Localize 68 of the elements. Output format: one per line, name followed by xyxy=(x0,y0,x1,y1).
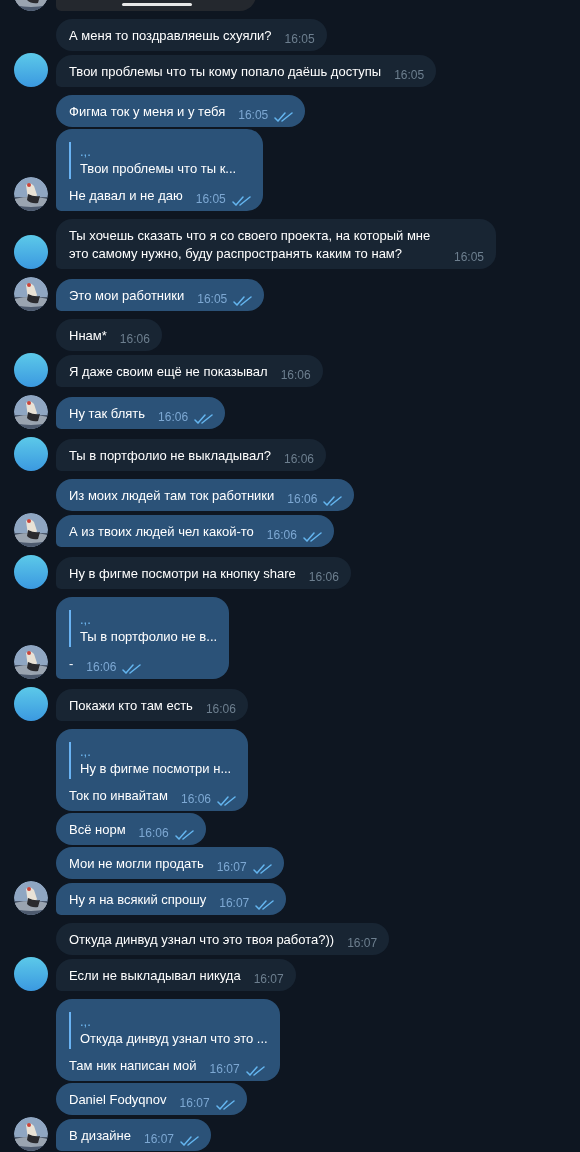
message-text: Откуда динвуд узнал что это твоя работа?)) xyxy=(69,931,335,949)
reply-quote[interactable]: .,. Ну в фигме посмотри н... xyxy=(69,742,237,779)
time-label: 16:06 xyxy=(284,451,315,468)
reply-quote[interactable]: .,. Ты в портфолио не в... xyxy=(69,610,218,647)
message-text: Ну в фигме посмотри на кнопку share xyxy=(69,565,296,583)
time-label: 16:06 xyxy=(287,491,318,508)
time-label: 16:07 xyxy=(253,971,284,988)
message-text: Не давал и не даю xyxy=(69,187,183,205)
time-label: 16:07 xyxy=(144,1131,175,1148)
message-text: Ну так блять xyxy=(69,405,146,423)
time-label: 16:06 xyxy=(205,701,236,718)
time-label: 16:07 xyxy=(219,895,250,912)
reply-quote[interactable]: .,. Твои проблемы что ты к... xyxy=(69,142,251,179)
media-bar xyxy=(121,3,192,6)
time-label: 16:06 xyxy=(119,331,150,348)
message-text: Мои не могли продать xyxy=(69,855,204,873)
message-text: Ннам* xyxy=(69,327,107,345)
time-label: 16:06 xyxy=(86,659,117,676)
time-label: 16:06 xyxy=(158,409,189,426)
reply-quote[interactable]: .,. Откуда динвуд узнал что это ... xyxy=(69,1012,268,1049)
message-text: А из твоих людей чел какой-то xyxy=(69,523,254,541)
message-text: Из моих людей там ток работники xyxy=(69,487,275,505)
avatar xyxy=(14,353,48,387)
avatar xyxy=(14,555,48,589)
time-label: 16:06 xyxy=(266,527,297,544)
time-label: 16:05 xyxy=(284,31,315,48)
avatar xyxy=(14,957,48,991)
time-label: 16:05 xyxy=(394,67,425,84)
time-label: 16:07 xyxy=(347,935,378,952)
message-text: Это мои работники xyxy=(69,287,185,305)
time-label: 16:07 xyxy=(209,1061,240,1078)
message-text: Ты в портфолио не выкладывал? xyxy=(69,447,271,465)
time-label: 16:06 xyxy=(138,825,169,842)
time-label: 16:05 xyxy=(195,191,226,208)
message-text: Если не выкладывал никуда xyxy=(69,967,241,985)
reply-text: Твои проблемы что ты к... xyxy=(80,160,238,177)
message-text: А меня то поздравляешь схуяли? xyxy=(69,27,272,45)
time-label: 16:06 xyxy=(280,367,311,384)
time-label: 16:07 xyxy=(179,1095,210,1112)
avatar xyxy=(14,235,48,269)
reply-text: Ты в портфолио не в... xyxy=(80,628,218,645)
time-label: 16:06 xyxy=(181,791,212,808)
reply-text: Ну в фигме посмотри н... xyxy=(80,760,233,777)
avatar xyxy=(14,437,48,471)
reply-author: .,. xyxy=(80,144,92,160)
message-text: Ты хочешь сказать что я со своего проекта, на который мне это самому нужно, буду распространять каким то нам? xyxy=(69,227,432,263)
time-label: 16:05 xyxy=(453,249,484,266)
avatar xyxy=(14,687,48,721)
message-text: Ток по инвайтам xyxy=(69,787,168,805)
time-label: 16:05 xyxy=(197,291,228,308)
reply-author: .,. xyxy=(80,744,92,760)
message-text: Я даже своим ещё не показывал xyxy=(69,363,268,381)
message-text: - xyxy=(69,655,74,673)
message-text: Покажи кто там есть xyxy=(69,697,193,715)
time-label: 16:06 xyxy=(308,569,339,586)
reply-text: Откуда динвуд узнал что это ... xyxy=(80,1030,268,1047)
message-text: Daniel Fodyqnov xyxy=(69,1091,167,1109)
avatar xyxy=(14,53,48,87)
message-text: Фигма ток у меня и у тебя xyxy=(69,103,226,121)
message-text: Всё норм xyxy=(69,821,126,839)
message-text: В дизайне xyxy=(69,1127,131,1145)
reply-author: .,. xyxy=(80,612,92,628)
message-text: Твои проблемы что ты кому попало даёшь доступы xyxy=(69,63,382,81)
reply-author: .,. xyxy=(80,1014,92,1030)
time-label: 16:05 xyxy=(238,107,269,124)
message-text: Там ник написан мой xyxy=(69,1057,197,1075)
message-text: Ну я на всякий спрошу xyxy=(69,891,207,909)
time-label: 16:07 xyxy=(216,859,247,876)
